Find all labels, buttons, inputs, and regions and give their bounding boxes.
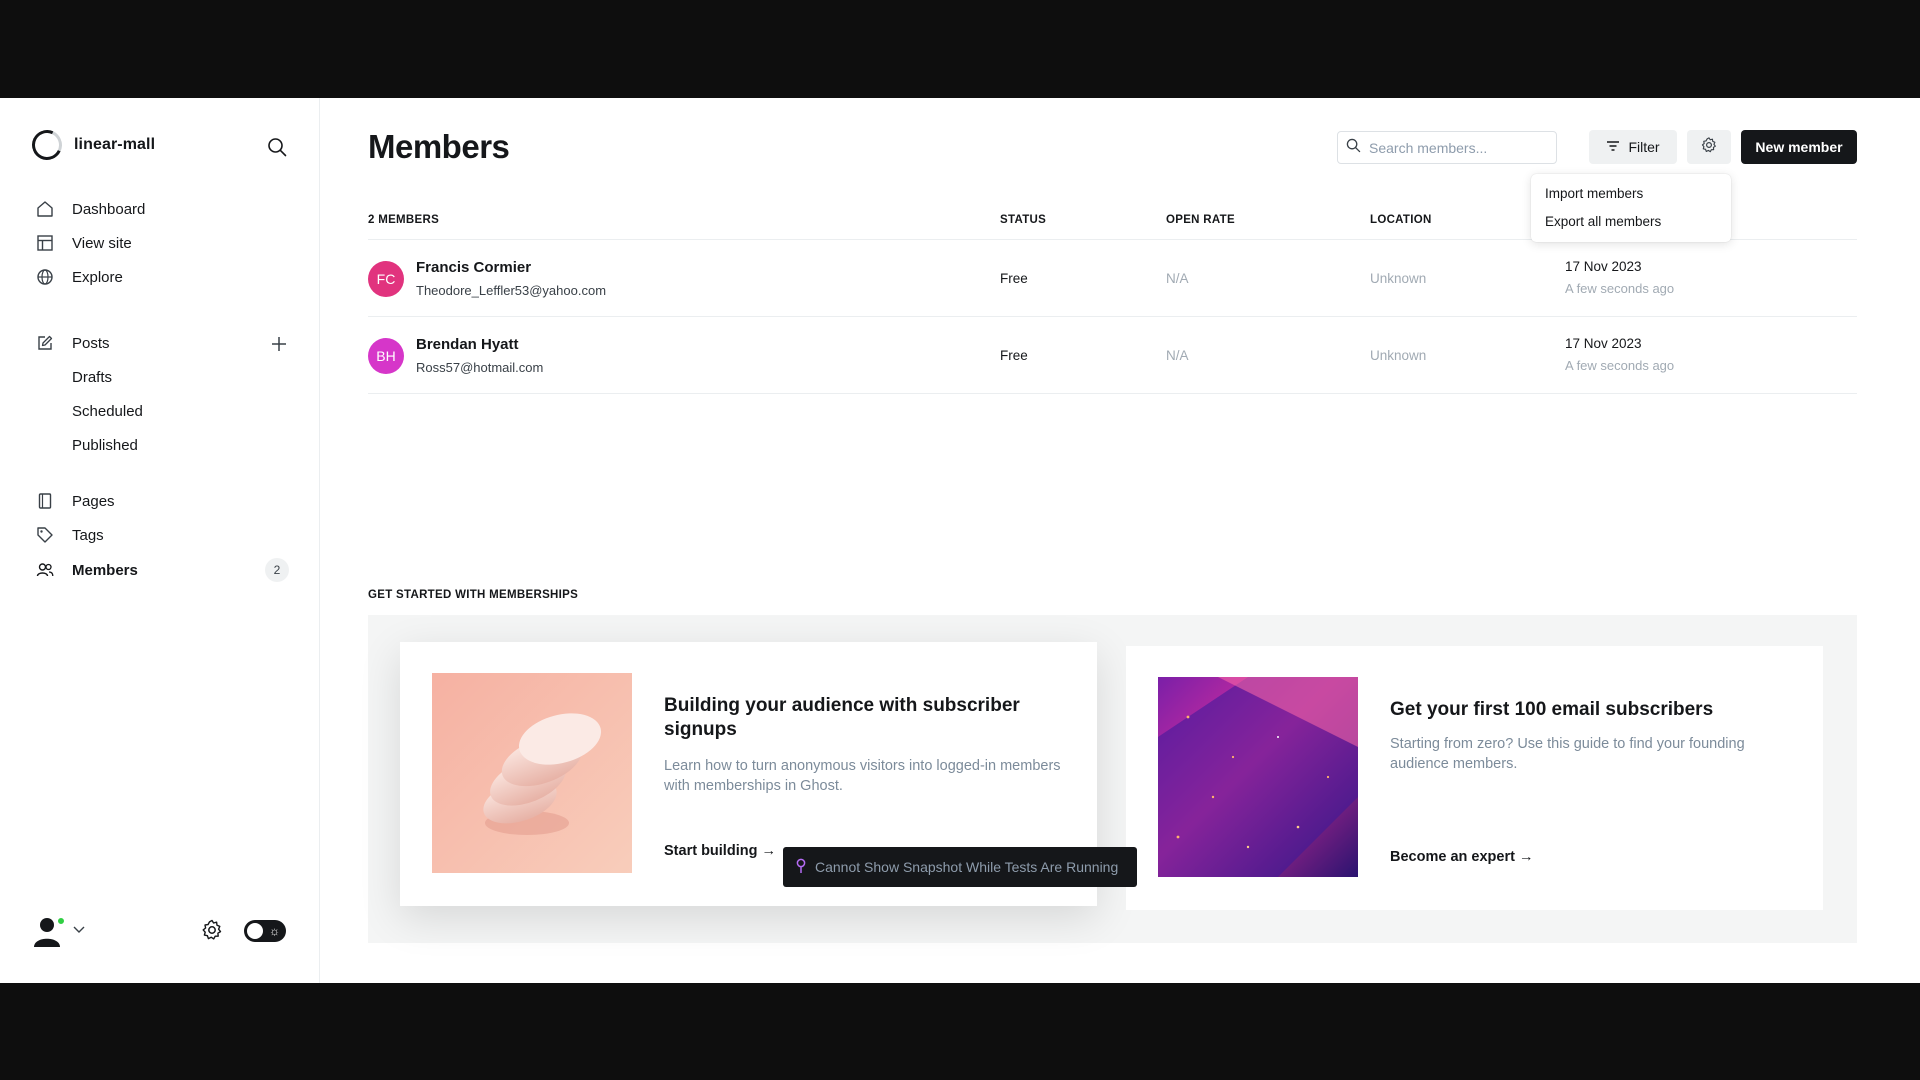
sidebar-item-label: Tags: [72, 526, 104, 544]
table-row[interactable]: BH Brendan Hyatt Ross57@hotmail.com Free…: [368, 318, 1857, 394]
sidebar-item-scheduled[interactable]: Scheduled: [72, 397, 143, 425]
member-name: Brendan Hyatt: [416, 336, 519, 353]
member-created-date: 17 Nov 2023: [1565, 336, 1642, 351]
site-name: linear-mall: [74, 136, 156, 153]
sidebar-item-drafts[interactable]: Drafts: [72, 363, 112, 391]
search-input[interactable]: [1369, 139, 1549, 156]
member-open-rate: N/A: [1166, 348, 1189, 363]
table-row[interactable]: FC Francis Cormier Theodore_Leffler53@ya…: [368, 241, 1857, 317]
col-open-rate[interactable]: OPEN RATE: [1166, 214, 1235, 226]
sidebar-item-label: Members: [72, 561, 138, 579]
export-members-item[interactable]: Export all members: [1531, 208, 1731, 236]
sidebar-item-tags[interactable]: Tags: [36, 521, 104, 549]
plus-icon[interactable]: [268, 333, 290, 355]
layout-icon: [36, 234, 54, 252]
member-created-ago: A few seconds ago: [1565, 281, 1675, 296]
sun-icon: ☼: [269, 924, 280, 938]
settings-gear-icon[interactable]: [200, 918, 224, 942]
pin-icon: [795, 858, 807, 877]
col-status[interactable]: STATUS: [1000, 214, 1046, 226]
member-location: Unknown: [1370, 348, 1427, 363]
member-created-date: 17 Nov 2023: [1565, 259, 1642, 274]
sidebar-item-label: View site: [72, 234, 132, 252]
sidebar-item-posts[interactable]: Posts: [36, 329, 110, 357]
chevron-down-icon[interactable]: [72, 922, 86, 941]
sidebar-item-published[interactable]: Published: [72, 431, 138, 459]
tooltip-text: Cannot Show Snapshot While Tests Are Run…: [815, 859, 1119, 875]
resource-card-email-subscribers[interactable]: Get your first 100 email subscribers Sta…: [1126, 646, 1823, 910]
sidebar-item-label: Explore: [72, 268, 123, 286]
filter-icon: [1606, 139, 1620, 155]
edit-icon: [36, 334, 54, 352]
member-email: Ross57@hotmail.com: [416, 360, 544, 375]
member-name: Francis Cormier: [416, 259, 532, 276]
users-icon: [36, 561, 54, 579]
import-members-item[interactable]: Import members: [1531, 180, 1731, 208]
online-status-dot: [56, 916, 66, 926]
search-icon: [1346, 138, 1361, 158]
dark-mode-toggle[interactable]: ☼: [244, 920, 286, 942]
filter-button[interactable]: Filter: [1589, 130, 1677, 164]
members-actions-button[interactable]: [1687, 130, 1731, 164]
start-building-link[interactable]: Start building →: [664, 843, 776, 859]
gear-icon: [1700, 136, 1718, 159]
snapshot-tooltip: Cannot Show Snapshot While Tests Are Run…: [783, 847, 1137, 887]
app-window: linear-mall Dashboard View site Explore …: [0, 98, 1920, 983]
col-location[interactable]: LOCATION: [1370, 214, 1432, 226]
page-title: Members: [368, 128, 510, 165]
members-count-badge: 2: [265, 558, 289, 582]
tag-icon: [36, 526, 54, 544]
get-started-heading: GET STARTED WITH MEMBERSHIPS: [368, 589, 579, 601]
sidebar-item-members[interactable]: Members: [36, 556, 138, 584]
toggle-knob: [247, 923, 263, 939]
bottom-black-band: [0, 983, 1920, 1080]
sidebar-footer: ☼: [32, 910, 292, 950]
search-icon[interactable]: [264, 134, 290, 160]
member-search[interactable]: [1337, 131, 1557, 164]
filter-label: Filter: [1628, 139, 1660, 155]
sidebar: linear-mall Dashboard View site Explore …: [0, 98, 320, 983]
sidebar-item-label: Dashboard: [72, 200, 146, 218]
sidebar-item-label: Posts: [72, 334, 110, 352]
member-avatar: FC: [368, 261, 404, 297]
member-open-rate: N/A: [1166, 271, 1189, 286]
home-icon: [36, 200, 54, 218]
sidebar-item-pages[interactable]: Pages: [36, 487, 115, 515]
top-black-band: [0, 0, 1920, 98]
globe-icon: [36, 268, 54, 286]
card-title: Get your first 100 email subscribers: [1390, 699, 1714, 720]
subscribers-thumbnail: [1158, 677, 1358, 877]
get-started-panel: Building your audience with subscriber s…: [368, 615, 1857, 943]
site-logo-icon: [27, 125, 67, 165]
become-expert-link[interactable]: Become an expert →: [1390, 849, 1533, 865]
site-brand[interactable]: linear-mall: [27, 125, 156, 165]
actions-dropdown-menu: Import members Export all members: [1531, 174, 1731, 242]
sidebar-item-explore[interactable]: Explore: [36, 263, 123, 291]
card-title: Building your audience with subscriber s…: [664, 695, 1020, 740]
sidebar-item-label: Pages: [72, 492, 115, 510]
sidebar-item-dashboard[interactable]: Dashboard: [36, 195, 145, 223]
member-status: Free: [1000, 348, 1028, 363]
page-icon: [36, 492, 54, 510]
card-description: Learn how to turn anonymous visitors int…: [664, 758, 1061, 794]
audience-thumbnail: [432, 673, 632, 873]
member-created-ago: A few seconds ago: [1565, 358, 1675, 373]
card-description: Starting from zero? Use this guide to fi…: [1390, 736, 1745, 772]
user-avatar[interactable]: [32, 914, 66, 948]
member-location: Unknown: [1370, 271, 1427, 286]
sidebar-item-view-site[interactable]: View site: [36, 229, 132, 257]
col-members: 2 MEMBERS: [368, 214, 440, 226]
member-email: Theodore_Leffler53@yahoo.com: [416, 283, 607, 298]
member-status: Free: [1000, 271, 1028, 286]
new-member-button[interactable]: New member: [1741, 130, 1857, 164]
member-avatar: BH: [368, 338, 404, 374]
